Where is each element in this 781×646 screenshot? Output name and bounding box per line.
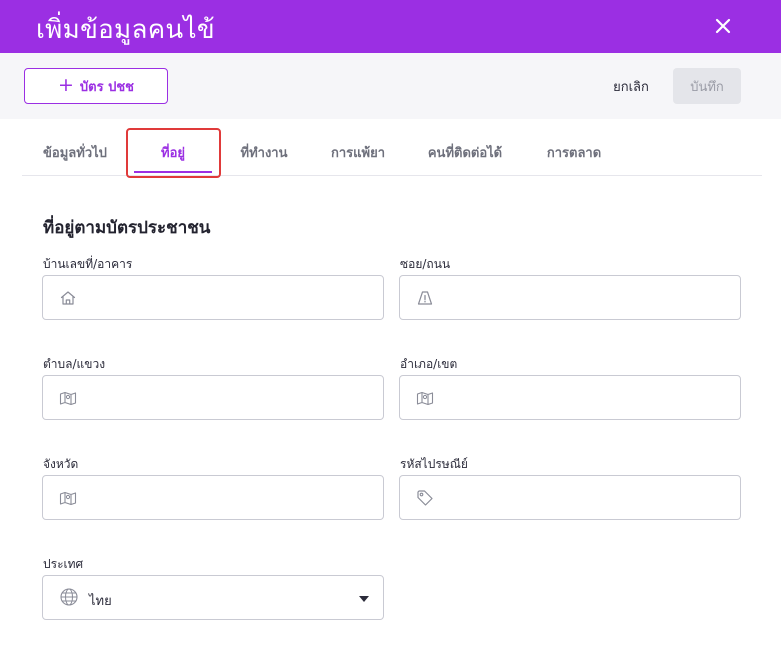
section-title: ที่อยู่ตามบัตรประชาชน bbox=[43, 218, 211, 238]
subdistrict-input[interactable] bbox=[87, 376, 371, 419]
cancel-button[interactable]: ยกเลิก bbox=[600, 68, 662, 104]
tab-drug-allergy[interactable]: การแพ้ยา bbox=[322, 128, 394, 176]
map-icon bbox=[59, 391, 77, 406]
globe-icon bbox=[60, 588, 78, 606]
house-input[interactable] bbox=[87, 276, 371, 319]
country-value: ไทย bbox=[89, 594, 112, 609]
district-label: อำเภอ/เขต bbox=[400, 357, 458, 371]
read-id-card-label: บัตร ปชช bbox=[79, 79, 135, 95]
subdistrict-field[interactable] bbox=[42, 375, 384, 420]
province-label: จังหวัด bbox=[43, 457, 79, 471]
province-field[interactable] bbox=[42, 475, 384, 520]
house-field[interactable] bbox=[42, 275, 384, 320]
postcode-field[interactable] bbox=[399, 475, 741, 520]
country-select[interactable]: ไทย bbox=[42, 575, 384, 620]
plus-icon: + bbox=[57, 73, 74, 96]
tab-address[interactable]: ที่อยู่ bbox=[128, 128, 218, 176]
road-sign-icon bbox=[417, 291, 433, 305]
postcode-input[interactable] bbox=[444, 476, 728, 519]
map-icon bbox=[416, 391, 434, 406]
road-input[interactable] bbox=[444, 276, 728, 319]
map-icon bbox=[59, 491, 77, 506]
subdistrict-label: ตำบล/แขวง bbox=[43, 357, 106, 371]
tab-workplace[interactable]: ที่ทำงาน bbox=[228, 128, 300, 176]
close-button[interactable] bbox=[708, 11, 738, 41]
home-icon bbox=[60, 291, 76, 305]
tab-bar: ข้อมูลทั่วไป ที่อยู่ ที่ทำงาน การแพ้ยา ค… bbox=[22, 128, 762, 176]
province-input[interactable] bbox=[87, 476, 371, 519]
chevron-down-icon bbox=[359, 596, 369, 602]
tab-contacts[interactable]: คนที่ติดต่อได้ bbox=[418, 128, 512, 176]
dialog-title: เพิ่มข้อมูลคนไข้ bbox=[36, 15, 215, 45]
read-id-card-button[interactable]: + บัตร ปชช bbox=[24, 68, 168, 104]
toolbar: + บัตร ปชช ยกเลิก บันทึก bbox=[0, 53, 781, 119]
road-field[interactable] bbox=[399, 275, 741, 320]
country-label: ประเทศ bbox=[43, 557, 84, 571]
district-input[interactable] bbox=[444, 376, 728, 419]
house-label: บ้านเลขที่/อาคาร bbox=[43, 257, 133, 271]
tab-marketing[interactable]: การตลาด bbox=[536, 128, 612, 176]
close-icon[interactable] bbox=[708, 11, 738, 41]
save-button[interactable]: บันทึก bbox=[673, 68, 741, 104]
road-label: ซอย/ถนน bbox=[400, 257, 451, 271]
tab-general[interactable]: ข้อมูลทั่วไป bbox=[32, 128, 118, 176]
dialog-header: เพิ่มข้อมูลคนไข้ bbox=[0, 0, 781, 53]
tag-icon bbox=[417, 490, 433, 506]
postcode-label: รหัสไปรษณีย์ bbox=[400, 457, 468, 471]
district-field[interactable] bbox=[399, 375, 741, 420]
